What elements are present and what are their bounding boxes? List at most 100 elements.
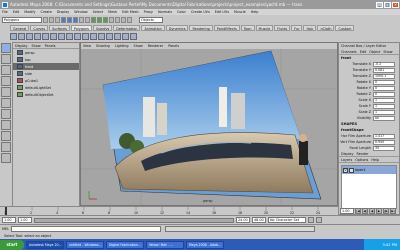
current-frame-field[interactable]: 1.00 [340,207,354,214]
menu-normals[interactable]: Normals [158,10,172,14]
menu-create-uvs[interactable]: Create UVs [191,10,210,14]
clock[interactable]: 3:42 PM [383,243,397,247]
cb-menu-edit[interactable]: Edit [360,50,367,54]
outliner-item[interactable]: pCube1 [13,77,79,84]
go-to-start-icon[interactable]: |◀ [355,207,361,214]
poly-cone-icon[interactable] [34,32,41,40]
shelf-tab[interactable]: nCloth [317,24,335,31]
viewport-menu-panels[interactable]: Panels [168,44,179,48]
start-time-field[interactable]: 1.00 [2,217,16,223]
outliner-item[interactable]: defaultLightSet [13,84,79,91]
menu-proxy[interactable]: Proxy [144,10,153,14]
history-icon[interactable] [109,16,114,23]
attribute-value[interactable]: 1 [373,109,395,115]
new-scene-icon[interactable] [43,16,48,23]
lasso-tool-icon[interactable] [1,54,11,64]
select-component-icon[interactable] [73,16,78,23]
layout-four-icon[interactable] [1,142,11,152]
menu-color[interactable]: Color [177,10,186,14]
cb-menu-channels[interactable]: Channels [341,50,357,54]
render-settings-icon[interactable] [127,16,132,23]
viewport-menu-show[interactable]: Show [134,44,143,48]
outliner-menu-panels[interactable]: Panels [45,44,56,48]
viewport-menu-view[interactable]: View [83,44,91,48]
menu-create[interactable]: Create [41,10,52,14]
outliner-item[interactable]: persp [13,49,79,56]
attribute-value[interactable]: 0.945 [373,139,395,145]
shelf-tab[interactable]: Custom [335,24,355,31]
attribute-value[interactable]: 0 [373,91,395,97]
attribute-value[interactable]: 0 [373,79,395,85]
smooth-icon[interactable] [122,32,129,40]
step-back-icon[interactable]: ◀| [362,207,368,214]
layer-menu-help[interactable]: Help [371,158,379,162]
menu-edit-mesh[interactable]: Edit Mesh [122,10,139,14]
layout-outliner-icon[interactable] [1,153,11,163]
mask-icon[interactable] [79,16,84,23]
attribute-value[interactable]: -0.2 [373,61,395,67]
poly-cylinder-icon[interactable] [26,32,33,40]
mode-selector[interactable]: Polygons [2,16,42,23]
combine-icon[interactable] [58,32,65,40]
ipr-render-icon[interactable] [121,16,126,23]
yacht-image-plane[interactable] [102,50,322,200]
range-start-field[interactable]: 1.00 [18,217,32,223]
menu-display[interactable]: Display [57,10,70,14]
range-end-field[interactable]: 24.00 [236,217,250,223]
play-forward-icon[interactable]: ▶ [376,207,382,214]
shelf-tab[interactable]: Surfaces [49,24,70,31]
scale-tool-icon[interactable] [1,98,11,108]
shelf-tab[interactable]: Muscle [255,24,274,31]
render-icon[interactable] [115,16,120,23]
layer-tab-render[interactable]: Render [357,152,369,156]
poly-cube-icon[interactable] [18,32,25,40]
shelf-tab[interactable]: Animation [141,24,165,31]
character-set-select[interactable]: No Character Set [268,217,306,223]
insert-loop-icon[interactable] [106,32,113,40]
attribute-value[interactable]: 0.081 [373,67,395,73]
objects-field[interactable]: Objects [139,16,163,23]
outliner-item[interactable]: top [13,56,79,63]
poly-plane-icon[interactable] [42,32,49,40]
shelf-tab[interactable]: Rendering [189,24,213,31]
step-forward-icon[interactable]: |▶ [383,207,389,214]
minimize-button[interactable]: _ [376,1,383,8]
preferences-icon[interactable] [316,217,322,223]
viewport-menu-lighting[interactable]: Lighting [115,44,129,48]
key-icon[interactable] [308,217,314,223]
viewport-menu-shading[interactable]: Shading [96,44,110,48]
shelf-tab[interactable]: Fur [291,24,303,31]
perspective-viewport[interactable]: View Shading Lighting Show Renderer Pane… [80,42,339,206]
select-tool-icon[interactable] [1,43,11,53]
shelf-tab[interactable]: Curves [30,24,49,31]
close-button[interactable]: × [392,1,399,8]
viewport-menu-renderer[interactable]: Renderer [148,44,163,48]
separate-icon[interactable] [66,32,73,40]
mel-label[interactable]: MEL [2,227,9,231]
cb-menu-object[interactable]: Object [369,50,380,54]
layout-single-icon[interactable] [1,131,11,141]
menu-edit-uvs[interactable]: Edit UVs [215,10,229,14]
range-bar[interactable] [34,217,234,223]
cb-menu-show[interactable]: Show [383,50,392,54]
shelf-tab[interactable]: Fluids [274,24,291,31]
menu-mesh[interactable]: Mesh [108,10,117,14]
attribute-value[interactable]: 1.417 [373,133,395,139]
layer-menu-layers[interactable]: Layers [341,158,352,162]
manipulator-icon[interactable] [1,109,11,119]
shelf-tab[interactable]: Deformation [113,24,141,31]
outliner-menu-show[interactable]: Show [32,44,41,48]
poly-sphere-icon[interactable] [10,32,17,40]
end-time-field[interactable]: 48.00 [252,217,266,223]
move-tool-icon[interactable] [1,76,11,86]
taskbar-button[interactable]: Digital Fabrication... [106,240,144,249]
attribute-value[interactable]: 1000.1 [373,73,395,79]
bridge-icon[interactable] [82,32,89,40]
mask-icon[interactable] [85,16,90,23]
outliner-item[interactable]: defaultObjectSet [13,91,79,98]
shelf-tab[interactable]: Hair [303,24,317,31]
bevel-icon[interactable] [114,32,121,40]
snap-point-icon[interactable] [103,16,108,23]
save-scene-icon[interactable] [55,16,60,23]
split-icon[interactable] [98,32,105,40]
